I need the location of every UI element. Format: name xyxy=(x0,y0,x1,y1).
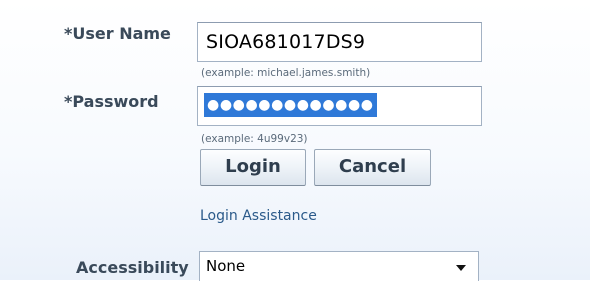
user-name-input[interactable]: SIOA681017DS9 xyxy=(197,22,482,62)
chevron-down-icon xyxy=(456,265,466,271)
login-button[interactable]: Login xyxy=(200,149,306,186)
password-hint: (example: 4u99v23) xyxy=(201,133,308,145)
accessibility-value: None xyxy=(206,257,246,275)
login-assistance-link[interactable]: Login Assistance xyxy=(200,208,317,224)
accessibility-label: Accessibility xyxy=(76,258,189,277)
accessibility-select[interactable]: None xyxy=(199,251,479,281)
user-name-hint: (example: michael.james.smith) xyxy=(201,67,371,79)
page-bottom xyxy=(0,280,590,295)
password-masked-value: ●●●●●●●●●●●●● xyxy=(204,93,377,117)
password-input[interactable]: ●●●●●●●●●●●●● xyxy=(197,86,482,126)
user-name-label: *User Name xyxy=(64,24,171,43)
cancel-button[interactable]: Cancel xyxy=(314,149,431,186)
password-label: *Password xyxy=(64,92,159,111)
